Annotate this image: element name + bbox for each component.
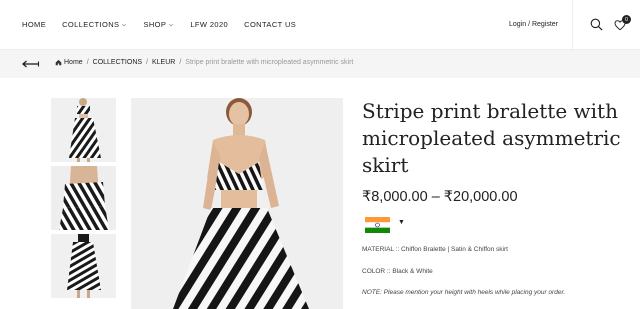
nav-shop-label: SHOP: [143, 20, 167, 29]
site-header: HOME COLLECTIONS SHOP LFW 2020 CONTACT U…: [0, 0, 640, 50]
product-price: ₹8,000.00 – ₹20,000.00: [362, 189, 518, 205]
thumbnail-image: [51, 166, 116, 230]
product-note: NOTE: Please mention your height with he…: [362, 289, 565, 296]
nav-lfw-2020[interactable]: LFW 2020: [190, 20, 228, 29]
breadcrumb-bar: Home / COLLECTIONS / KLEUR / Stripe prin…: [0, 50, 640, 78]
note-text: Please mention your height with heels wh…: [381, 289, 566, 296]
india-flag-icon[interactable]: [365, 217, 390, 233]
chevron-down-icon: [169, 23, 174, 26]
note-label: NOTE:: [362, 289, 382, 296]
product-thumbnail-2[interactable]: [51, 166, 116, 230]
breadcrumb-kleur[interactable]: KLEUR: [152, 59, 175, 66]
chevron-down-icon: [122, 23, 127, 26]
nav-home-label: HOME: [22, 20, 47, 29]
product-title: Stripe print bralette with micropleated …: [362, 99, 621, 177]
nav-lfw-label: LFW 2020: [190, 20, 229, 29]
login-register-link[interactable]: Login / Register: [509, 21, 558, 28]
nav-collections[interactable]: COLLECTIONS: [62, 20, 127, 29]
breadcrumb-current: Stripe print bralette with micropleated …: [185, 59, 354, 66]
thumbnail-image: [51, 234, 116, 298]
nav-shop[interactable]: SHOP: [143, 20, 174, 29]
breadcrumb-home[interactable]: Home: [64, 59, 83, 66]
header-divider: [572, 0, 573, 50]
model-photo: [131, 98, 343, 309]
product-material: MATERIAL :: Chiffon Bralette | Satin & C…: [362, 246, 508, 253]
product-main-image[interactable]: [131, 98, 343, 309]
nav-contact-label: CONTACT US: [244, 20, 297, 29]
product-color: COLOR :: Black & White: [362, 268, 433, 275]
main-nav: HOME COLLECTIONS SHOP LFW 2020 CONTACT U…: [22, 20, 312, 29]
nav-home[interactable]: HOME: [22, 20, 46, 29]
breadcrumb-collections[interactable]: COLLECTIONS: [93, 59, 142, 66]
nav-contact-us[interactable]: CONTACT US: [244, 20, 296, 29]
product-thumbnail-3[interactable]: [51, 234, 116, 298]
breadcrumb: Home / COLLECTIONS / KLEUR / Stripe prin…: [55, 59, 353, 66]
breadcrumb-separator: /: [146, 59, 148, 66]
nav-collections-label: COLLECTIONS: [62, 20, 120, 29]
product-thumbnail-1[interactable]: [51, 98, 116, 162]
home-icon: [55, 59, 62, 66]
currency-dropdown-caret[interactable]: ▼: [398, 219, 405, 226]
back-arrow-icon[interactable]: [22, 60, 40, 68]
wishlist-count-badge: 0: [622, 15, 631, 24]
thumbnail-image: [51, 98, 116, 162]
breadcrumb-separator: /: [179, 59, 182, 66]
breadcrumb-separator: /: [86, 59, 89, 66]
search-icon[interactable]: [590, 18, 603, 31]
